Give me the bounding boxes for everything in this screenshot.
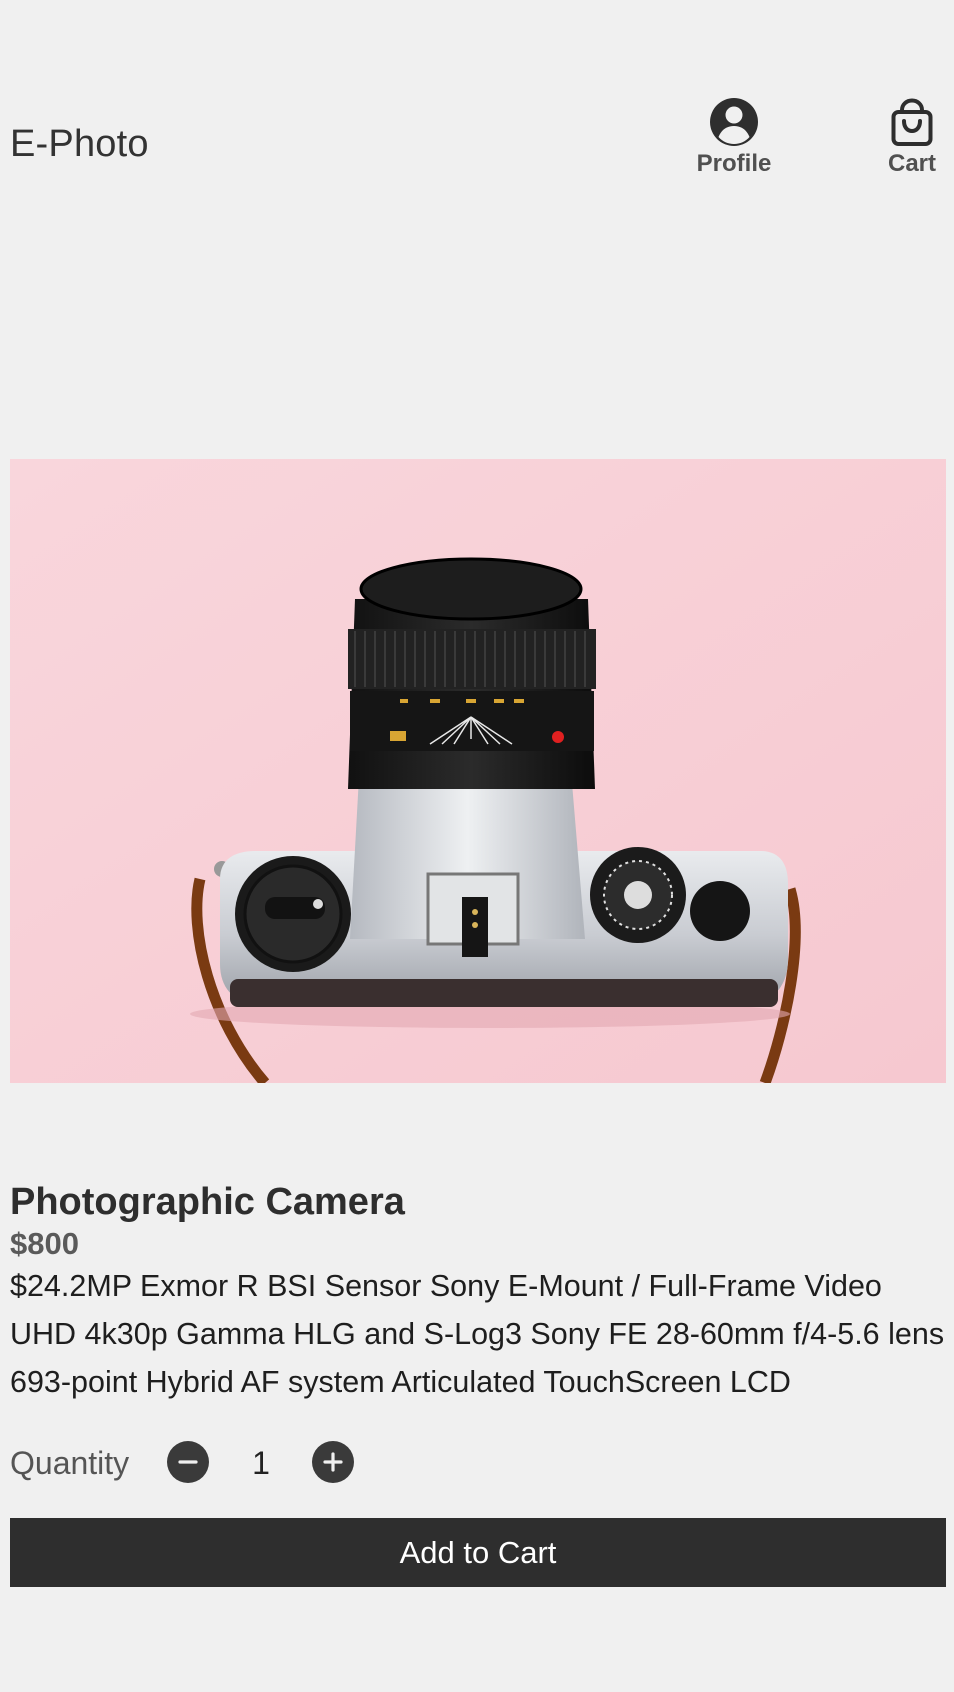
product-title: Photographic Camera: [10, 1181, 405, 1223]
brand-logo[interactable]: E-Photo: [10, 119, 149, 169]
header: E-Photo Profile Cart: [0, 0, 954, 200]
profile-label: Profile: [696, 150, 772, 177]
decrease-quantity-button[interactable]: [167, 1441, 209, 1483]
cart-link[interactable]: Cart: [880, 96, 944, 179]
add-to-cart-button[interactable]: Add to Cart: [10, 1518, 946, 1587]
product-image: [10, 459, 946, 1083]
minus-icon: [178, 1460, 198, 1464]
profile-link[interactable]: Profile: [690, 96, 778, 179]
product-page: E-Photo Profile Cart Photographic Camera…: [0, 0, 954, 1692]
quantity-label: Quantity: [10, 1445, 130, 1481]
user-circle-icon: [710, 98, 758, 146]
plus-icon: [323, 1452, 343, 1472]
increase-quantity-button[interactable]: [312, 1441, 354, 1483]
shopping-bag-icon: [891, 98, 933, 146]
quantity-value: 1: [252, 1445, 270, 1481]
product-description: $24.2MP Exmor R BSI Sensor Sony E-Mount …: [10, 1269, 945, 1399]
product-price: $800: [10, 1226, 79, 1261]
camera-photo-icon: [10, 459, 946, 1083]
cart-label: Cart: [887, 150, 936, 177]
